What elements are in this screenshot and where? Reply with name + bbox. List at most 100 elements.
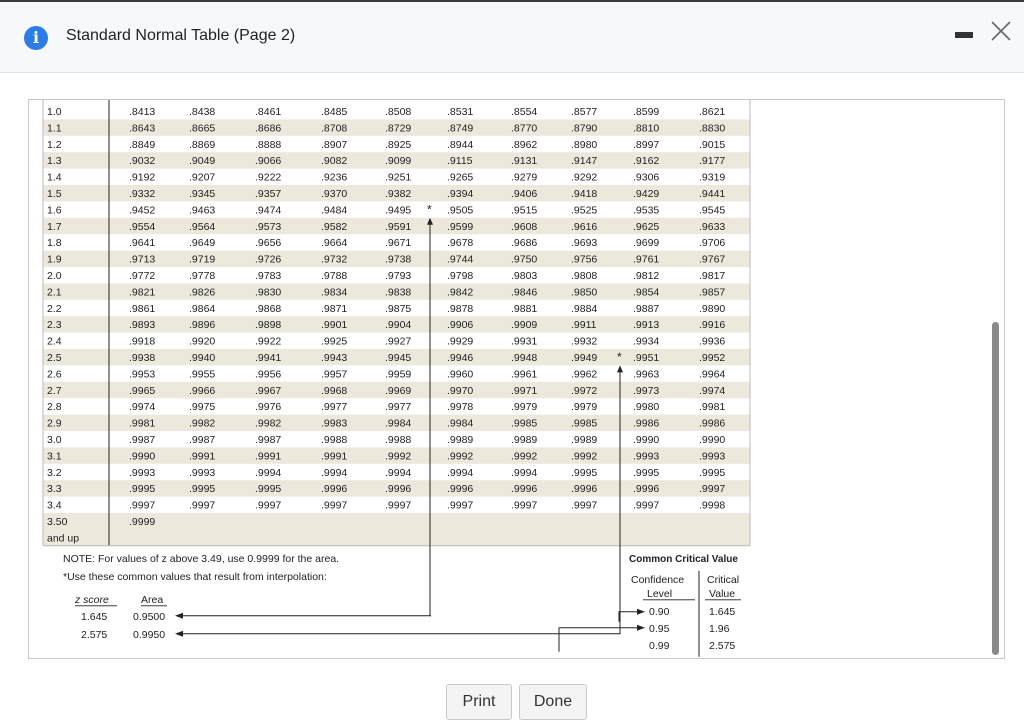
done-button[interactable]: Done xyxy=(519,684,587,720)
probability-cell: .9664 xyxy=(321,237,347,249)
probability-cell: .9032 xyxy=(129,155,155,167)
z-value: 2.0 xyxy=(47,270,62,282)
probability-cell: .9913 xyxy=(633,319,659,331)
probability-cell: .9953 xyxy=(129,368,155,380)
probability-cell: .8729 xyxy=(385,122,411,134)
probability-cell: .9082 xyxy=(321,155,347,167)
probability-cell: .9884 xyxy=(571,303,597,315)
probability-cell: .9957 xyxy=(321,368,347,380)
vertical-scrollbar[interactable] xyxy=(992,322,999,655)
probability-cell: .9394 xyxy=(447,188,473,200)
probability-cell: .9817 xyxy=(699,270,725,282)
probability-cell: .9956 xyxy=(255,368,281,380)
probability-cell: .8531 xyxy=(447,106,473,118)
probability-cell: .9918 xyxy=(129,336,155,348)
probability-cell: .9916 xyxy=(699,319,725,331)
probability-cell: .9713 xyxy=(129,254,155,266)
z-value: 1.2 xyxy=(47,139,62,151)
probability-cell: .9997 xyxy=(633,500,659,512)
probability-cell: .9535 xyxy=(633,204,659,216)
probability-cell: .9994 xyxy=(447,467,473,479)
probability-cell: .9864 xyxy=(189,303,215,315)
probability-cell: .9995 xyxy=(189,483,215,495)
probability-cell: .9992 xyxy=(511,450,537,462)
arrowhead xyxy=(637,608,645,615)
probability-cell: .9985 xyxy=(571,418,597,430)
probability-cell: .9842 xyxy=(447,286,473,298)
probability-cell: .8907 xyxy=(321,139,347,151)
arrowhead xyxy=(175,630,183,637)
dialog-header: i Standard Normal Table (Page 2) xyxy=(0,2,1024,73)
probability-cell: .9990 xyxy=(699,434,725,446)
probability-cell: .9969 xyxy=(385,385,411,397)
probability-cell: .9875 xyxy=(385,303,411,315)
probability-cell: .9306 xyxy=(633,172,659,184)
probability-cell: .9994 xyxy=(511,467,537,479)
probability-cell: .9984 xyxy=(385,418,411,430)
probability-cell: .9808 xyxy=(571,270,597,282)
probability-cell: .9898 xyxy=(255,319,281,331)
minimize-button[interactable] xyxy=(955,32,973,38)
probability-cell: .9986 xyxy=(633,418,659,430)
z-value: 1.3 xyxy=(47,155,62,167)
interpolation-marker: * xyxy=(427,202,432,216)
probability-cell: .9994 xyxy=(385,467,411,479)
probability-cell: .9952 xyxy=(699,352,725,364)
probability-cell: .9995 xyxy=(633,467,659,479)
probability-cell: .9099 xyxy=(385,155,411,167)
critical-header: Critical xyxy=(707,574,739,586)
probability-cell: .9983 xyxy=(321,418,347,430)
probability-cell: .8621 xyxy=(699,106,725,118)
confidence-header: Level xyxy=(647,588,672,600)
probability-cell: .9441 xyxy=(699,188,725,200)
zscore-header: z score xyxy=(74,594,109,606)
probability-cell: .9987 xyxy=(129,434,155,446)
probability-cell: .9878 xyxy=(447,303,473,315)
z-value: 1.6 xyxy=(47,204,62,216)
probability-cell: .9192 xyxy=(129,172,155,184)
probability-cell: .9963 xyxy=(633,368,659,380)
probability-cell: .9982 xyxy=(189,418,215,430)
probability-cell: .9982 xyxy=(255,418,281,430)
z-value: 1.1 xyxy=(47,122,62,134)
close-button[interactable] xyxy=(990,20,1012,42)
probability-cell: .9678 xyxy=(447,237,473,249)
z-value: 1.9 xyxy=(47,254,62,266)
probability-cell: .9591 xyxy=(385,221,411,233)
dialog-title: Standard Normal Table (Page 2) xyxy=(66,27,296,44)
probability-cell: .9995 xyxy=(571,467,597,479)
probability-cell: .9418 xyxy=(571,188,597,200)
probability-cell: .9997 xyxy=(129,500,155,512)
probability-cell: .9938 xyxy=(129,352,155,364)
probability-cell: .8888 xyxy=(255,139,281,151)
probability-cell: .9997 xyxy=(385,500,411,512)
probability-cell: .9968 xyxy=(321,385,347,397)
probability-cell: .9279 xyxy=(511,172,537,184)
probability-cell: .9633 xyxy=(699,221,725,233)
probability-cell: .9793 xyxy=(385,270,411,282)
probability-cell: .8485 xyxy=(321,106,347,118)
probability-cell: .9920 xyxy=(189,336,215,348)
probability-cell: .9838 xyxy=(385,286,411,298)
probability-cell: .8944 xyxy=(447,139,473,151)
probability-cell: .9996 xyxy=(633,483,659,495)
probability-cell: .9989 xyxy=(511,434,537,446)
probability-cell: .8962 xyxy=(511,139,537,151)
probability-cell: .9846 xyxy=(511,286,537,298)
probability-cell: .9997 xyxy=(699,483,725,495)
probability-cell: .9949 xyxy=(571,352,597,364)
probability-cell: .9996 xyxy=(385,483,411,495)
probability-cell: .9981 xyxy=(129,418,155,430)
probability-cell: .9015 xyxy=(699,139,725,151)
probability-cell: .9974 xyxy=(129,401,155,413)
probability-cell: .9989 xyxy=(447,434,473,446)
probability-cell: .9979 xyxy=(511,401,537,413)
print-button[interactable]: Print xyxy=(446,684,512,720)
probability-cell: .9901 xyxy=(321,319,347,331)
probability-cell: .9997 xyxy=(189,500,215,512)
probability-cell: .9970 xyxy=(447,385,473,397)
probability-cell: .9207 xyxy=(189,172,215,184)
probability-cell: .9945 xyxy=(385,352,411,364)
probability-cell: .9850 xyxy=(571,286,597,298)
close-icon xyxy=(991,21,1011,41)
